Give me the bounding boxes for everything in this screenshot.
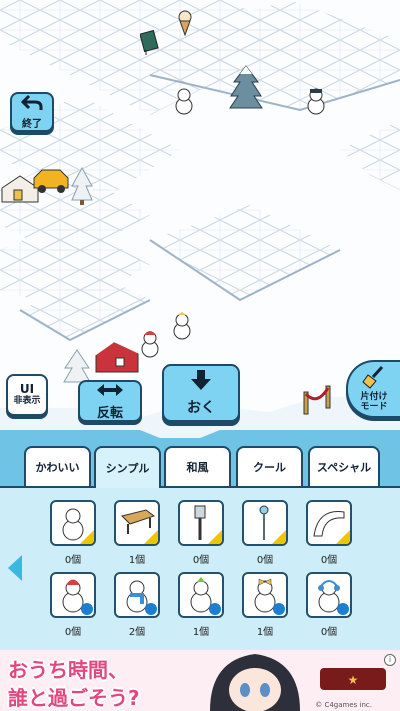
item-slot[interactable] [178, 500, 224, 546]
rope-barrier-icon [300, 384, 334, 420]
ice-cream-icon [176, 10, 194, 40]
tab-japanese[interactable]: 和風 [164, 446, 231, 486]
game-field[interactable]: 終了 UI 非表示 反転 おく 片付け モード [0, 0, 400, 440]
item-count: 2個 [128, 627, 146, 638]
hide-ui-button[interactable]: UI 非表示 [6, 374, 48, 416]
ad-info-icon[interactable]: i [384, 654, 396, 666]
tab-label: 和風 [186, 461, 209, 474]
broom-icon [362, 365, 386, 393]
place-button[interactable]: おく [162, 364, 240, 422]
left-right-arrow-icon [95, 382, 125, 402]
snowy-tree-icon [228, 64, 264, 116]
snowman-icon [174, 88, 194, 120]
tab-cool[interactable]: クール [236, 446, 303, 486]
tab-label: クール [253, 461, 286, 474]
item-count: 0個 [320, 627, 338, 638]
snowflake-badge-icon [337, 603, 349, 615]
item-count: 1個 [256, 627, 274, 638]
panel-top-edge [0, 430, 400, 440]
tab-label: かわいい [35, 461, 80, 474]
place-label: おく [187, 400, 215, 416]
tab-simple[interactable]: シンプル [94, 446, 161, 488]
item-count: 1個 [128, 555, 146, 566]
scroll-left-icon[interactable] [8, 555, 22, 581]
item-count: 0個 [256, 555, 274, 566]
ad-headline-1: おうち時間、 [8, 658, 128, 682]
item-count: 1個 [192, 627, 210, 638]
game-logo-icon: ★ [318, 664, 388, 698]
item-slot[interactable] [50, 500, 96, 546]
tab-label: シンプル [105, 462, 150, 475]
item-slot[interactable] [114, 500, 160, 546]
ad-headline-2: 誰と過ごそう? [8, 686, 140, 710]
down-arrow-icon [190, 369, 212, 395]
item-slot[interactable] [242, 500, 288, 546]
return-arrow-icon [20, 94, 43, 116]
signboard-icon [139, 29, 160, 60]
item-slot[interactable] [242, 572, 288, 618]
tidy-label-2: モード [360, 402, 388, 412]
snowflake-badge-icon [209, 603, 221, 615]
tab-label: スペシャル [316, 461, 372, 474]
tab-cute[interactable]: かわいい [24, 446, 91, 486]
hide-label: 非表示 [13, 395, 41, 406]
exit-button[interactable]: 終了 [10, 92, 54, 132]
snowman-leaf-icon [172, 312, 192, 344]
snowman-red-hat-icon [140, 330, 160, 362]
tab-special[interactable]: スペシャル [308, 446, 380, 486]
tidy-mode-button[interactable]: 片付け モード [346, 360, 400, 418]
red-cottage-icon [92, 337, 142, 382]
snowflake-badge-icon [145, 603, 157, 615]
snowman-icon [306, 88, 326, 120]
ad-banner[interactable]: おうち時間、 誰と過ごそう? ★ © C4games inc. i [0, 650, 400, 711]
ad-copyright: © C4games inc. [315, 701, 372, 709]
yellow-car-icon [30, 164, 72, 198]
snowy-tree-icon [70, 166, 94, 210]
snowflake-badge-icon [273, 603, 285, 615]
item-slot[interactable] [50, 572, 96, 618]
exit-label: 終了 [22, 119, 42, 130]
item-slot[interactable] [306, 500, 352, 546]
item-count: 0個 [320, 555, 338, 566]
item-count: 0個 [64, 627, 82, 638]
item-count: 0個 [64, 555, 82, 566]
item-count: 0個 [192, 555, 210, 566]
anime-girl-icon [200, 650, 310, 711]
snowflake-badge-icon [81, 603, 93, 615]
ui-label: UI [19, 382, 35, 397]
item-slot[interactable] [306, 572, 352, 618]
item-slot[interactable] [178, 572, 224, 618]
item-slot[interactable] [114, 572, 160, 618]
svg-text:★: ★ [348, 673, 359, 687]
